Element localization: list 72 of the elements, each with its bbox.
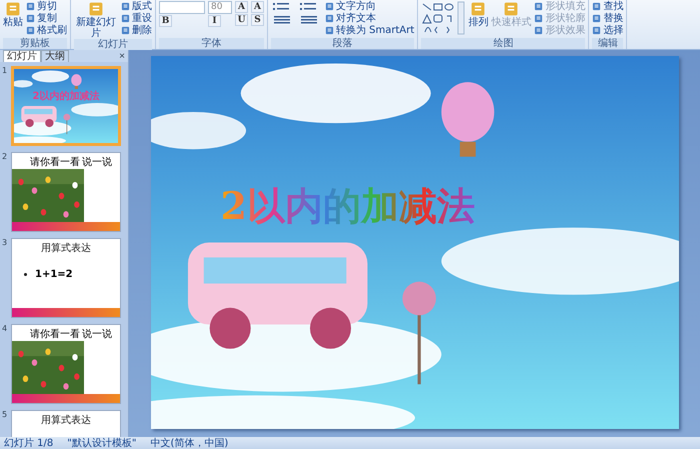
bullet-icon: [24, 273, 27, 276]
slide-thumbnail[interactable]: 请你看一看 说一说: [11, 324, 121, 404]
small-icon: [534, 26, 544, 35]
group-label: 字体: [159, 38, 264, 49]
group-label: 编辑: [592, 38, 624, 49]
ribbon-button[interactable]: 选择: [592, 25, 624, 36]
slide-number: 3: [2, 238, 8, 249]
language: 中文(简体，中国): [150, 438, 228, 448]
slide-counter: 幻灯片 1/8: [4, 438, 54, 448]
group-label: 幻灯片: [74, 39, 152, 50]
ribbon-button[interactable]: 版式: [121, 1, 152, 12]
ribbon-button[interactable]: 替换: [592, 13, 624, 24]
shapes-gallery-icon[interactable]: [421, 1, 466, 35]
slide-title: 请你看一看: [30, 157, 80, 168]
format-button[interactable]: I: [208, 15, 221, 27]
format-button[interactable]: B: [159, 15, 172, 27]
small-icon: [121, 14, 130, 23]
ribbon-button[interactable]: 重设: [121, 13, 152, 24]
small-icon: [121, 26, 130, 35]
small-icon: [121, 2, 130, 11]
large-icon: [502, 1, 520, 17]
small-icon: [26, 2, 35, 11]
slide-title: 请你看一看: [30, 329, 80, 340]
slide-title: 用算式表达: [40, 243, 92, 254]
font-name-field[interactable]: [159, 1, 205, 14]
large-icon: [87, 1, 105, 17]
ribbon-button[interactable]: 删除: [121, 25, 152, 36]
slide-number: 1: [2, 66, 8, 77]
slide-number: 4: [2, 324, 8, 335]
group-label: 绘图: [421, 38, 586, 49]
ribbon-button[interactable]: 查找: [592, 1, 624, 12]
small-icon: [592, 14, 602, 23]
panel-tab[interactable]: 幻灯片: [3, 50, 41, 62]
ribbon-button[interactable]: 粘贴: [3, 1, 23, 28]
format-button[interactable]: U: [235, 14, 248, 26]
small-icon: [26, 26, 35, 35]
bullet-text: 1+1=2: [35, 269, 73, 280]
group-label: 段落: [271, 38, 414, 49]
ribbon-button[interactable]: 对齐文本: [325, 13, 414, 24]
format-button[interactable]: A: [251, 1, 264, 13]
close-button[interactable]: ×: [119, 51, 125, 62]
large-icon: [469, 1, 488, 17]
small-icon: [534, 2, 544, 11]
slide-number: 2: [2, 152, 8, 163]
slide-title: 用算式表达: [40, 415, 92, 426]
ribbon-button[interactable]: 复制: [26, 13, 67, 24]
small-icon: [534, 14, 544, 23]
slide-thumbnail[interactable]: 用算式表达 1+1=2: [11, 238, 121, 318]
format-button[interactable]: S: [251, 14, 264, 26]
group-label: 剪贴板: [3, 38, 67, 49]
small-icon: [26, 14, 35, 23]
small-icon: [592, 26, 602, 35]
large-icon: [4, 1, 22, 17]
ribbon-button[interactable]: 剪切: [26, 1, 67, 12]
ribbon-button[interactable]: 转换为 SmartArt: [325, 25, 414, 36]
theme-name: "默认设计模板": [67, 438, 136, 448]
ribbon-button[interactable]: 排列: [468, 1, 488, 28]
ribbon-button[interactable]: 文字方向: [325, 1, 414, 12]
slide-thumbnail[interactable]: 请你看一看 说一说: [11, 152, 121, 232]
panel-tab[interactable]: 大纲: [41, 50, 69, 62]
slide-thumbnail[interactable]: 用算式表达: [11, 410, 121, 437]
format-button[interactable]: A: [235, 1, 248, 13]
ribbon-button[interactable]: 新建幻灯片: [74, 1, 118, 39]
slide-title: 说一说: [82, 157, 112, 168]
small-icon: [325, 14, 334, 23]
slide-title: 说一说: [82, 329, 112, 340]
small-icon: [592, 2, 602, 11]
ribbon-button[interactable]: 格式刷: [26, 25, 67, 36]
small-icon: [325, 26, 334, 35]
small-icon: [325, 2, 334, 11]
slide-title: 2以内的加减法: [32, 91, 100, 102]
slide-number: 5: [2, 410, 8, 421]
